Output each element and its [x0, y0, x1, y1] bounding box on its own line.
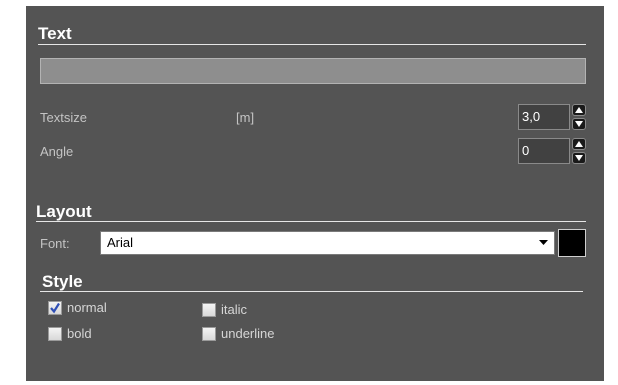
- italic-checkbox[interactable]: [202, 303, 216, 317]
- angle-label: Angle: [40, 144, 74, 159]
- textsize-input[interactable]: 3,0: [518, 104, 570, 130]
- textsize-increment-button[interactable]: [572, 104, 586, 116]
- bold-checkbox[interactable]: [48, 327, 62, 341]
- underline-checkbox[interactable]: [202, 327, 216, 341]
- angle-decrement-button[interactable]: [572, 152, 586, 164]
- italic-label: italic: [221, 302, 248, 317]
- layout-section-title: Layout: [36, 202, 92, 221]
- textsize-decrement-button[interactable]: [572, 118, 586, 130]
- style-section-divider: [40, 291, 583, 292]
- font-color-swatch[interactable]: [558, 229, 586, 257]
- style-section-title: Style: [42, 272, 83, 291]
- underline-label: underline: [221, 326, 275, 341]
- arrow-down-icon: [575, 155, 583, 161]
- arrow-up-icon: [575, 107, 583, 113]
- normal-checkbox[interactable]: [48, 301, 62, 315]
- checkmark-icon: [50, 302, 60, 314]
- text-properties-panel: Text Textsize [m] 3,0 Angle 0 Layout Fon…: [26, 6, 604, 381]
- angle-input[interactable]: 0: [518, 138, 570, 164]
- font-dropdown-value: Arial: [107, 235, 134, 250]
- text-section-title: Text: [38, 24, 72, 43]
- angle-increment-button[interactable]: [572, 138, 586, 150]
- arrow-up-icon: [575, 141, 583, 147]
- text-input[interactable]: [40, 58, 586, 84]
- bold-label: bold: [67, 326, 92, 341]
- font-dropdown[interactable]: Arial: [100, 231, 555, 255]
- layout-section-divider: [36, 221, 586, 222]
- chevron-down-icon: [539, 240, 548, 245]
- font-label: Font:: [40, 236, 70, 251]
- textsize-label: Textsize: [40, 110, 87, 125]
- textsize-unit-label: [m]: [236, 110, 255, 125]
- arrow-down-icon: [575, 121, 583, 127]
- angle-spinner: 0: [518, 138, 588, 164]
- textsize-spinner: 3,0: [518, 104, 588, 130]
- text-section-divider: [38, 44, 586, 45]
- normal-label: normal: [67, 300, 107, 315]
